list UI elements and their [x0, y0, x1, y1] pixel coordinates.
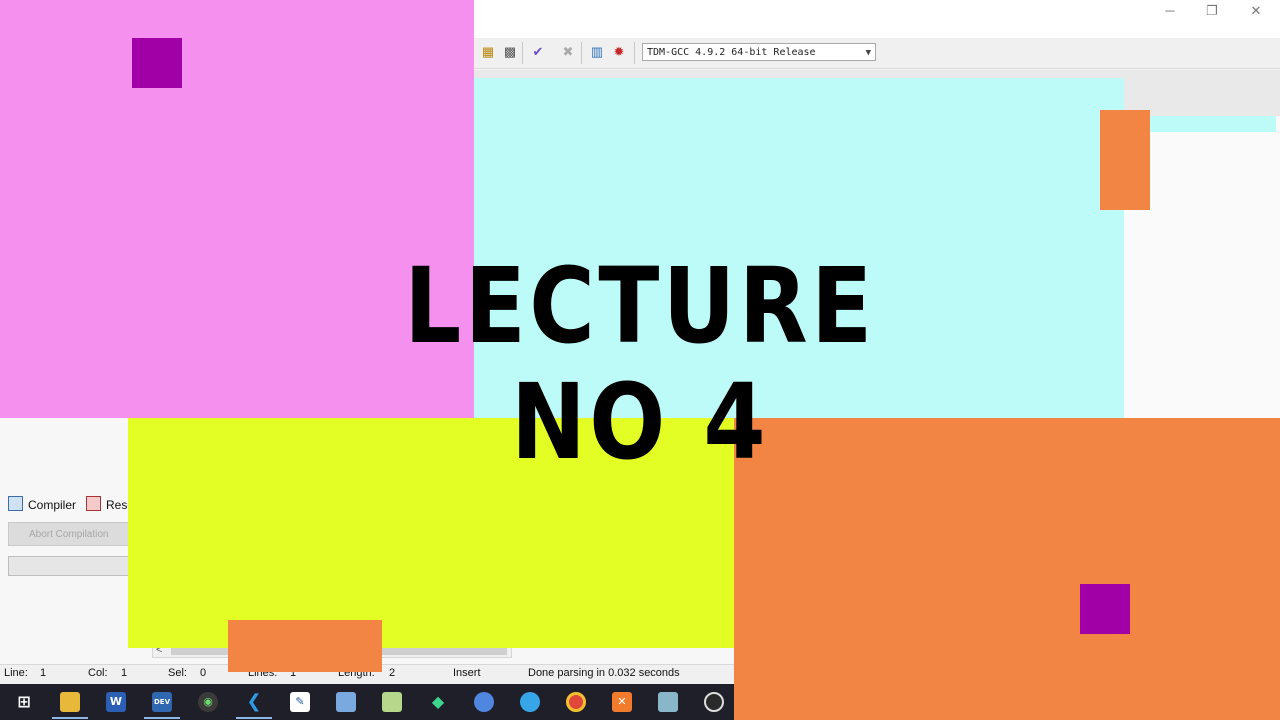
project-grid-icon[interactable]: ▦	[480, 44, 496, 60]
status-sel-value: 0	[200, 667, 207, 679]
abort-compilation-button[interactable]: Abort Compilation	[8, 522, 130, 546]
lecture-title-line1: LECTURE	[404, 245, 876, 367]
chevron-down-icon: ▼	[865, 48, 871, 58]
file-explorer-icon[interactable]	[60, 692, 80, 712]
purple-square	[132, 38, 182, 88]
edge-icon[interactable]	[520, 692, 540, 712]
cyan-strip	[1150, 116, 1276, 132]
whatsapp-icon[interactable]: ◉	[198, 692, 218, 712]
status-line-value: 1	[40, 667, 47, 679]
status-message: Done parsing in 0.032 seconds	[528, 667, 680, 679]
debug-icon[interactable]: ✹	[611, 44, 627, 60]
tab-compiler[interactable]: Compiler	[8, 496, 76, 513]
close-button[interactable]: ✕	[1246, 2, 1266, 20]
status-col-value: 1	[121, 667, 128, 679]
lecture-title-line2: NO 4	[510, 361, 770, 483]
toolbar-separator	[634, 42, 635, 64]
android-studio-icon[interactable]: ◆	[428, 692, 448, 712]
status-sel-label: Sel:	[168, 667, 187, 679]
minimize-button[interactable]: ─	[1160, 2, 1180, 20]
toolbar-separator	[581, 42, 582, 64]
status-line-label: Line:	[4, 667, 28, 679]
tab-resources[interactable]: Reso	[86, 496, 134, 513]
status-length-value: 2	[389, 667, 396, 679]
pen-app-icon[interactable]: ✎	[290, 692, 310, 712]
toolbar-separator	[522, 42, 523, 64]
windows-start-icon[interactable]: ⊞	[14, 692, 34, 712]
running-indicator	[236, 717, 272, 719]
compiler-select[interactable]: TDM-GCC 4.9.2 64-bit Release ▼	[642, 43, 876, 61]
obs-icon[interactable]	[704, 692, 724, 712]
chart-icon[interactable]: ▥	[589, 44, 605, 60]
browser-circle-icon[interactable]	[474, 692, 494, 712]
status-insert-mode: Insert	[453, 667, 481, 679]
orange-small-block	[228, 620, 382, 672]
glass-app-icon[interactable]	[658, 692, 678, 712]
notepad-icon[interactable]	[382, 692, 402, 712]
classes-grid-icon[interactable]: ▩	[502, 44, 518, 60]
resources-tab-icon	[86, 496, 101, 511]
running-indicator	[52, 717, 88, 719]
word-icon[interactable]: W	[106, 692, 126, 712]
3d-box-icon[interactable]	[336, 692, 356, 712]
compiler-select-value: TDM-GCC 4.9.2 64-bit Release	[647, 47, 816, 58]
xampp-icon[interactable]: ✕	[612, 692, 632, 712]
dev-cpp-icon[interactable]: DEV	[152, 692, 172, 712]
chrome-icon[interactable]	[566, 692, 586, 712]
purple-square	[1080, 584, 1130, 634]
orange-small-block	[1100, 110, 1150, 210]
status-col-label: Col:	[88, 667, 108, 679]
lecture-title: LECTURE NO 4	[382, 248, 898, 480]
stop-icon[interactable]: ✖	[560, 44, 576, 60]
compile-progress-bar	[8, 556, 130, 576]
restore-button[interactable]: ❐	[1202, 2, 1222, 20]
compiler-tab-icon	[8, 496, 23, 511]
tab-compiler-label: Compiler	[28, 498, 77, 512]
check-syntax-icon[interactable]: ✔	[530, 44, 546, 60]
vscode-icon[interactable]: ❮	[244, 692, 264, 712]
running-indicator	[144, 717, 180, 719]
